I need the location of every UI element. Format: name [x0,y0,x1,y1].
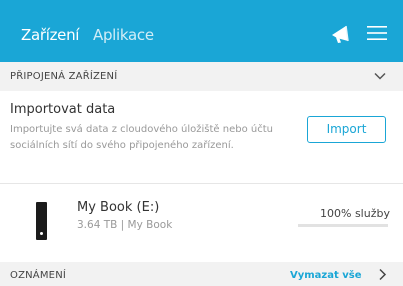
device-status-bar [298,224,388,227]
megaphone-icon[interactable] [329,23,353,45]
connected-devices-header[interactable]: PŘIPOJENÁ ZAŘÍZENÍ [0,62,403,91]
tab-apps[interactable]: Aplikace [93,26,154,44]
import-description: Importujte svá data z cloudového úložišt… [10,124,273,151]
divider [0,183,403,184]
tab-devices[interactable]: Zařízení [21,26,79,44]
chevron-down-icon[interactable] [374,71,386,81]
device-meta: 3.64 TB | My Book [77,219,173,231]
notifications-header: OZNÁMENÍ Vymazat vše [0,262,403,286]
import-title: Importovat data [10,102,116,117]
device-name: My Book (E:) [77,200,160,215]
top-bar: Zařízení Aplikace [0,0,403,62]
notifications-heading: OZNÁMENÍ [10,270,67,281]
chevron-right-icon[interactable] [377,268,387,281]
import-button[interactable]: Import [307,116,386,143]
clear-all-link[interactable]: Vymazat vše [290,270,362,281]
connected-devices-heading: PŘIPOJENÁ ZAŘÍZENÍ [10,71,118,82]
device-status: 100% služby [320,207,390,220]
hamburger-menu-icon[interactable] [367,24,387,42]
hard-drive-icon [36,202,47,240]
